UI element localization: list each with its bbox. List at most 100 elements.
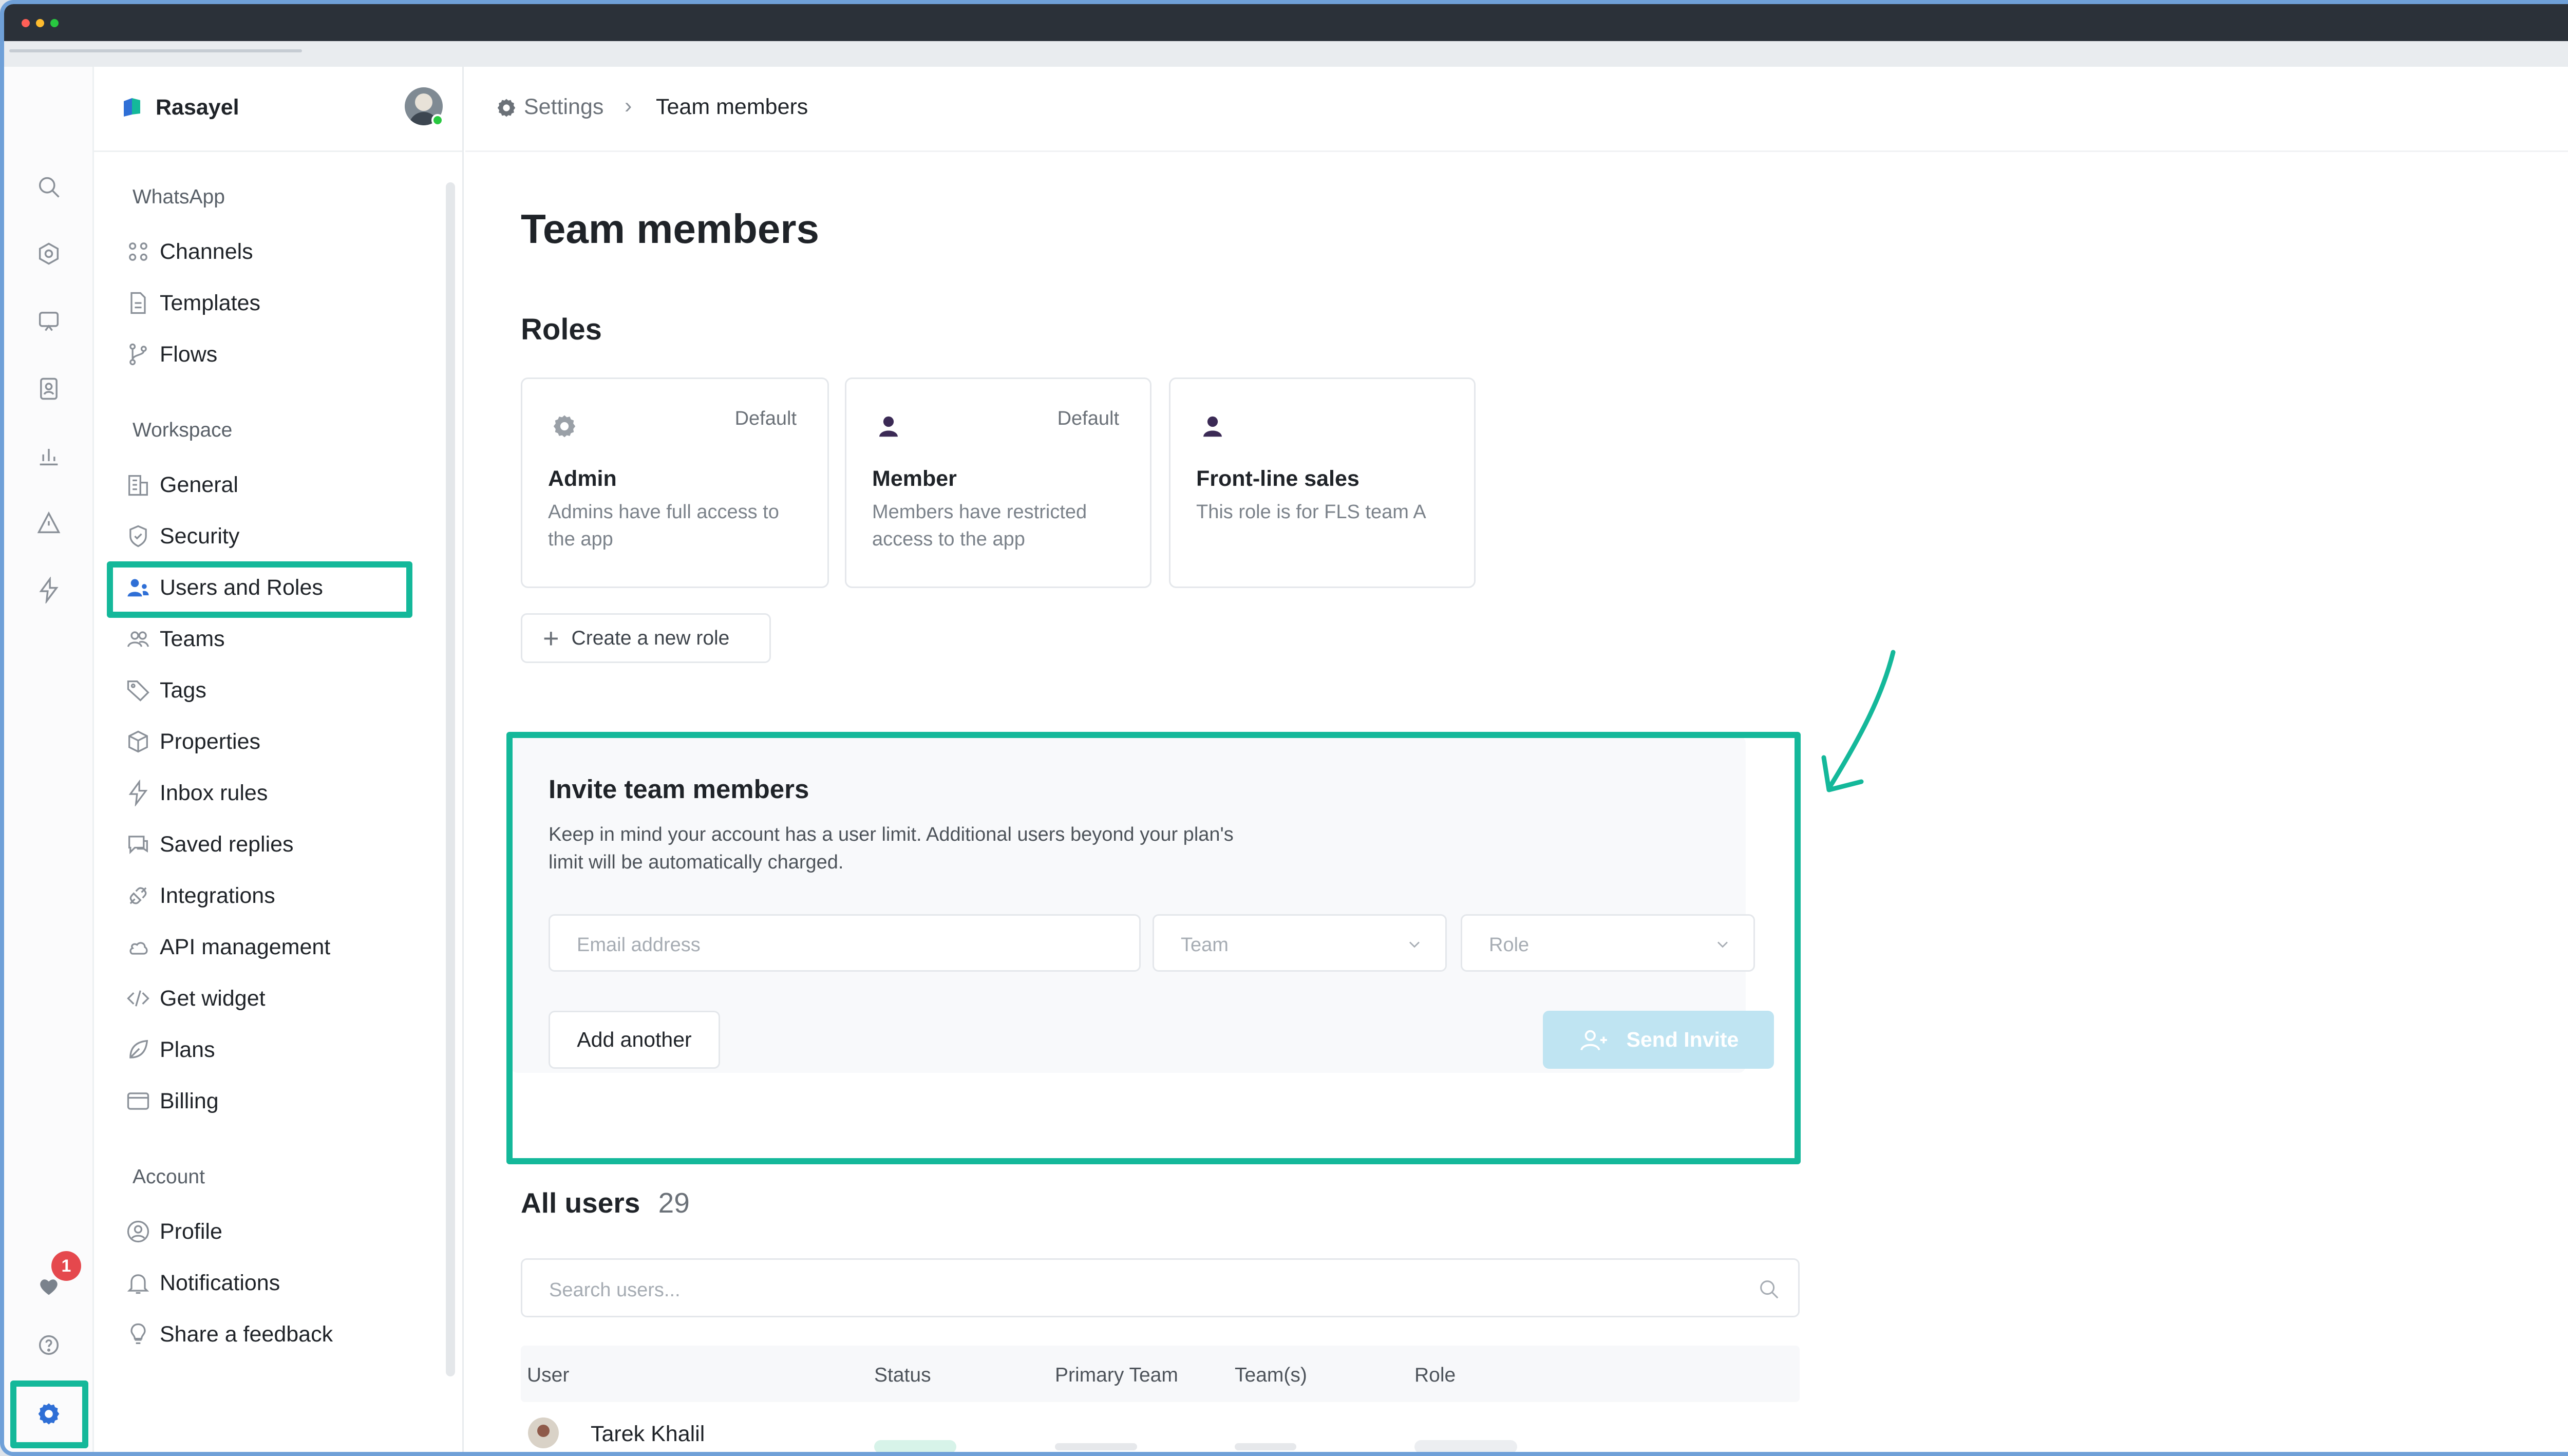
sidebar-item-api-management[interactable]: API management [115, 923, 433, 971]
sidebar-item-share-feedback[interactable]: Share a feedback [115, 1311, 433, 1358]
sidebar-item-teams[interactable]: Teams [115, 615, 433, 663]
sidebar-item-tags[interactable]: Tags [115, 667, 433, 714]
workspace-header: Rasayel [94, 67, 462, 152]
bell-icon [125, 1268, 160, 1298]
branch-icon [125, 339, 160, 370]
sidebar-item-get-widget[interactable]: Get widget [115, 975, 433, 1022]
sidebar-item-plans[interactable]: Plans [115, 1026, 433, 1073]
users-and-roles-highlight-box [107, 561, 412, 618]
table-row[interactable]: Tarek Khalil [521, 1417, 1800, 1452]
role-card-admin[interactable]: Default Admin Admins have full access to… [521, 377, 829, 588]
role-description: This role is for FLS team A [1196, 501, 1426, 523]
maximize-window-dot[interactable] [50, 19, 59, 27]
sidebar-item-properties[interactable]: Properties [115, 718, 433, 765]
sidebar-item-label: Flows [160, 342, 218, 367]
browser-window: 1 Rasayel WhatsApp Channels Templates Fl… [0, 0, 2568, 1456]
sidebar-item-notifications[interactable]: Notifications [115, 1259, 433, 1307]
main-content: Settings › Team members Team members Rol… [465, 67, 2568, 1452]
building-icon [125, 469, 160, 500]
sidebar-item-saved-replies[interactable]: Saved replies [115, 821, 433, 868]
rail-inbox-icon[interactable] [34, 239, 64, 269]
person-icon [875, 412, 902, 440]
window-titlebar [4, 4, 2568, 41]
role-card-member[interactable]: Default Member Members have restricted a… [845, 377, 1151, 588]
breadcrumb: Settings › Team members [465, 67, 2568, 152]
rail-broadcast-icon[interactable] [34, 508, 64, 538]
sidebar-item-label: Share a feedback [160, 1321, 333, 1347]
team-icon [125, 623, 160, 654]
sidebar-item-channels[interactable]: Channels [115, 228, 433, 275]
status-badge [874, 1440, 956, 1452]
rail-reports-icon[interactable] [34, 441, 64, 470]
breadcrumb-chevron-icon: › [625, 93, 632, 118]
primary-team-cell [1055, 1443, 1137, 1450]
gear-icon [551, 412, 578, 440]
rail-search-icon[interactable] [34, 172, 64, 202]
sidebar-item-inbox-rules[interactable]: Inbox rules [115, 769, 433, 817]
rail-help-icon[interactable] [34, 1330, 64, 1360]
settings-sidebar: Rasayel WhatsApp Channels Templates Flow… [94, 67, 464, 1452]
sidebar-item-flows[interactable]: Flows [115, 331, 433, 378]
rail-contacts-icon[interactable] [34, 374, 64, 404]
sidebar-item-label: General [160, 472, 238, 497]
search-placeholder: Search users... [549, 1279, 681, 1301]
sidebar-item-general[interactable]: General [115, 461, 433, 508]
minimize-window-dot[interactable] [36, 19, 44, 27]
bolt-icon [125, 778, 160, 808]
sidebar-item-integrations[interactable]: Integrations [115, 872, 433, 919]
workspace-name: Rasayel [156, 95, 239, 120]
role-title: Front-line sales [1196, 466, 1359, 491]
card-icon [125, 1086, 160, 1117]
sidebar-item-label: Get widget [160, 986, 266, 1011]
sidebar-item-label: Saved replies [160, 831, 294, 857]
cloud-icon [125, 932, 160, 962]
sidebar-item-templates[interactable]: Templates [115, 279, 433, 327]
sidebar-item-profile[interactable]: Profile [115, 1208, 433, 1255]
column-header-status: Status [874, 1364, 931, 1386]
column-header-primary-team: Primary Team [1055, 1364, 1178, 1386]
leaf-icon [125, 1034, 160, 1065]
online-status-dot [431, 114, 444, 126]
create-role-button[interactable]: + Create a new role [521, 613, 771, 663]
teams-cell [1235, 1443, 1296, 1450]
search-users-input[interactable]: Search users... [521, 1258, 1800, 1317]
rail-automation-icon[interactable] [34, 575, 64, 605]
plug-icon [125, 880, 160, 911]
loading-bar [9, 49, 302, 52]
all-users-title: All users [521, 1187, 640, 1219]
chat-icon [125, 829, 160, 860]
sidebar-item-label: Inbox rules [160, 780, 268, 805]
sidebar-item-label: Teams [160, 626, 225, 651]
sidebar-item-label: Plans [160, 1037, 215, 1062]
page-title: Team members [521, 206, 820, 252]
code-icon [125, 983, 160, 1014]
all-users-count: 29 [658, 1187, 690, 1219]
sidebar-item-label: Notifications [160, 1270, 280, 1295]
settings-highlight-box [10, 1381, 88, 1448]
sidebar-scrollbar[interactable] [446, 182, 455, 1376]
notification-badge: 1 [51, 1251, 81, 1281]
default-label: Default [1057, 408, 1119, 429]
plus-icon: + [543, 622, 559, 654]
rail-messages-icon[interactable] [34, 306, 64, 335]
group-label-workspace: Workspace [133, 419, 233, 441]
breadcrumb-settings-link[interactable]: Settings [524, 94, 603, 120]
sidebar-item-label: Integrations [160, 883, 275, 908]
group-label-account: Account [133, 1166, 205, 1188]
invite-panel-highlight-box [506, 732, 1801, 1164]
sidebar-item-billing[interactable]: Billing [115, 1077, 433, 1125]
all-users-heading: All users 29 [521, 1186, 690, 1219]
sidebar-item-label: Tags [160, 677, 206, 703]
annotation-arrow-icon [1821, 650, 1896, 792]
sidebar-item-label: Templates [160, 290, 260, 315]
channels-icon [125, 236, 160, 267]
close-window-dot[interactable] [22, 19, 30, 27]
sidebar-item-label: Profile [160, 1219, 222, 1244]
role-description: Members have restricted access to the ap… [872, 501, 1087, 550]
sidebar-item-security[interactable]: Security [115, 513, 433, 560]
profile-icon [125, 1216, 160, 1247]
role-card-front-line-sales[interactable]: Front-line sales This role is for FLS te… [1169, 377, 1476, 588]
shield-icon [125, 521, 160, 552]
role-title: Admin [548, 466, 617, 491]
avatar [528, 1417, 559, 1448]
